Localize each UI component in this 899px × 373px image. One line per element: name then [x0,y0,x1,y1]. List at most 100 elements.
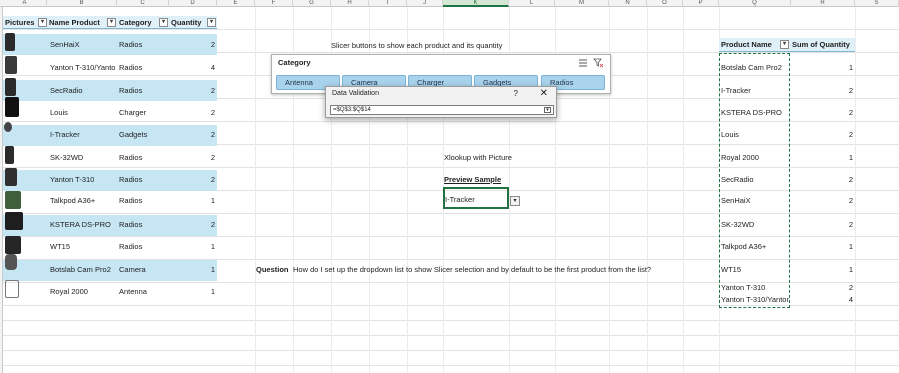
pivot-cell-name[interactable]: SK-32WD [721,214,789,236]
multi-select-icon[interactable] [578,58,588,67]
product-picture-radio[interactable] [5,191,21,209]
product-picture-camera[interactable] [5,254,17,270]
table-cell-category[interactable]: Radios [119,236,167,258]
product-picture-radio[interactable] [5,236,21,254]
table-cell-category[interactable]: Radios [119,190,167,212]
table-cell-name[interactable]: Royal 2000 [50,281,116,303]
filter-dropdown-icon[interactable]: ▾ [159,18,168,27]
column-header-g[interactable]: G [293,0,331,7]
filter-dropdown-icon[interactable]: ▾ [780,40,789,49]
table-cell-category[interactable]: Radios [119,147,167,169]
table-cell-category[interactable]: Radios [119,57,167,79]
product-picture-radio[interactable] [5,146,14,164]
table-cell-name[interactable]: SecRadio [50,80,116,102]
column-header-j[interactable]: J [407,0,443,7]
clear-filter-icon[interactable] [593,58,604,68]
table-cell-category[interactable]: Antenna [119,281,167,303]
column-header-l[interactable]: L [509,0,555,7]
active-cell-selection[interactable] [443,187,509,209]
table-cell-quantity[interactable]: 2 [171,214,215,236]
table-cell-category[interactable]: Radios [119,80,167,102]
table-cell-quantity[interactable]: 2 [171,102,215,124]
help-button[interactable]: ? [514,89,518,98]
column-header-i[interactable]: I [369,0,407,7]
data-validation-dropdown-icon[interactable]: ▾ [510,196,520,206]
product-picture-radio[interactable] [5,56,17,74]
pivot-cell-name[interactable]: SenHaiX [721,190,789,212]
column-header-a[interactable]: A [3,0,47,7]
table-cell-category[interactable]: Charger [119,102,167,124]
table-cell-quantity[interactable]: 2 [171,124,215,146]
xlookup-caption[interactable]: Xlookup with Picture [444,147,564,169]
close-button[interactable]: ✕ [540,88,548,99]
column-header-p[interactable]: P [683,0,719,7]
table-cell-name[interactable]: SenHaiX [50,34,116,56]
product-picture-antenna[interactable] [5,280,19,298]
pivot-cell-name[interactable]: Yanton T-310 [721,281,789,295]
table-header-pictures[interactable]: Pictures ▾ [3,16,47,29]
product-picture-radio[interactable] [5,33,15,51]
filter-dropdown-icon[interactable]: ▾ [207,18,216,27]
column-header-r[interactable]: R [791,0,855,7]
source-range-field[interactable]: =$Q$3:$Q$14 ▾ [330,105,554,115]
table-cell-quantity[interactable]: 2 [171,34,215,56]
column-header-k[interactable]: K [443,0,509,7]
pivot-header-product-name[interactable]: Product Name ▾ [719,38,791,52]
pivot-cell-quantity[interactable]: 2 [791,80,853,102]
table-cell-quantity[interactable]: 1 [171,259,215,281]
pivot-cell-name[interactable]: WT15 [721,259,789,281]
table-cell-name[interactable]: Talkpod A36+ [50,190,116,212]
column-header-n[interactable]: N [609,0,647,7]
filter-dropdown-icon[interactable]: ▾ [107,18,116,27]
column-header-h[interactable]: H [331,0,369,7]
table-cell-category[interactable]: Radios [119,169,167,191]
table-cell-quantity[interactable]: 1 [171,236,215,258]
pivot-cell-name[interactable]: Botslab Cam Pro2 [721,57,789,79]
table-cell-name[interactable]: Yanton T-310 [50,169,116,191]
table-cell-quantity[interactable]: 2 [171,80,215,102]
table-cell-quantity[interactable]: 4 [171,57,215,79]
table-cell-name[interactable]: SK-32WD [50,147,116,169]
pivot-cell-name[interactable]: Yanton T-310/Yanton6 [721,294,789,306]
pivot-header-sum-of-quantity[interactable]: Sum of Quantity [791,38,855,52]
table-header-quantity[interactable]: Quantity ▾ [169,16,217,29]
table-cell-quantity[interactable]: 2 [171,169,215,191]
table-header-name-product[interactable]: Name Product ▾ [47,16,117,29]
question-text[interactable]: How do I set up the dropdown list to sho… [293,259,713,281]
product-picture-charger[interactable] [5,97,19,117]
filter-dropdown-icon[interactable]: ▾ [38,18,47,27]
pivot-cell-name[interactable]: Louis [721,124,789,146]
product-picture-radio[interactable] [5,168,17,186]
pivot-cell-name[interactable]: SecRadio [721,169,789,191]
pivot-cell-quantity[interactable]: 4 [791,294,853,306]
collapse-dialog-icon[interactable]: ▾ [544,107,551,113]
column-header-m[interactable]: M [555,0,609,7]
pivot-cell-quantity[interactable]: 1 [791,57,853,79]
table-cell-quantity[interactable]: 2 [171,147,215,169]
column-header-q[interactable]: Q [719,0,791,7]
product-picture-radio[interactable] [5,78,16,96]
table-header-category[interactable]: Category ▾ [117,16,169,29]
pivot-cell-quantity[interactable]: 1 [791,259,853,281]
column-header-c[interactable]: C [117,0,169,7]
column-header-f[interactable]: F [255,0,293,7]
pivot-cell-quantity[interactable]: 1 [791,147,853,169]
pivot-cell-quantity[interactable]: 2 [791,190,853,212]
column-header-s[interactable]: S [855,0,899,7]
table-cell-name[interactable]: WT15 [50,236,116,258]
column-header-d[interactable]: D [169,0,217,7]
column-header-o[interactable]: O [647,0,683,7]
pivot-cell-quantity[interactable]: 2 [791,124,853,146]
pivot-cell-name[interactable]: I-Tracker [721,80,789,102]
table-cell-name[interactable]: Botslab Cam Pro2 [50,259,116,281]
product-picture-radio[interactable] [5,212,23,230]
pivot-cell-quantity[interactable]: 1 [791,236,853,258]
pivot-cell-name[interactable]: Royal 2000 [721,147,789,169]
pivot-cell-name[interactable]: KSTERA DS-PRO [721,102,789,124]
pivot-cell-quantity[interactable]: 2 [791,169,853,191]
table-cell-quantity[interactable]: 1 [171,281,215,303]
pivot-cell-quantity[interactable]: 2 [791,214,853,236]
data-validation-dialog[interactable]: Data Validation ? ✕ =$Q$3:$Q$14 ▾ [325,86,557,118]
table-cell-category[interactable]: Radios [119,214,167,236]
table-cell-category[interactable]: Camera [119,259,167,281]
